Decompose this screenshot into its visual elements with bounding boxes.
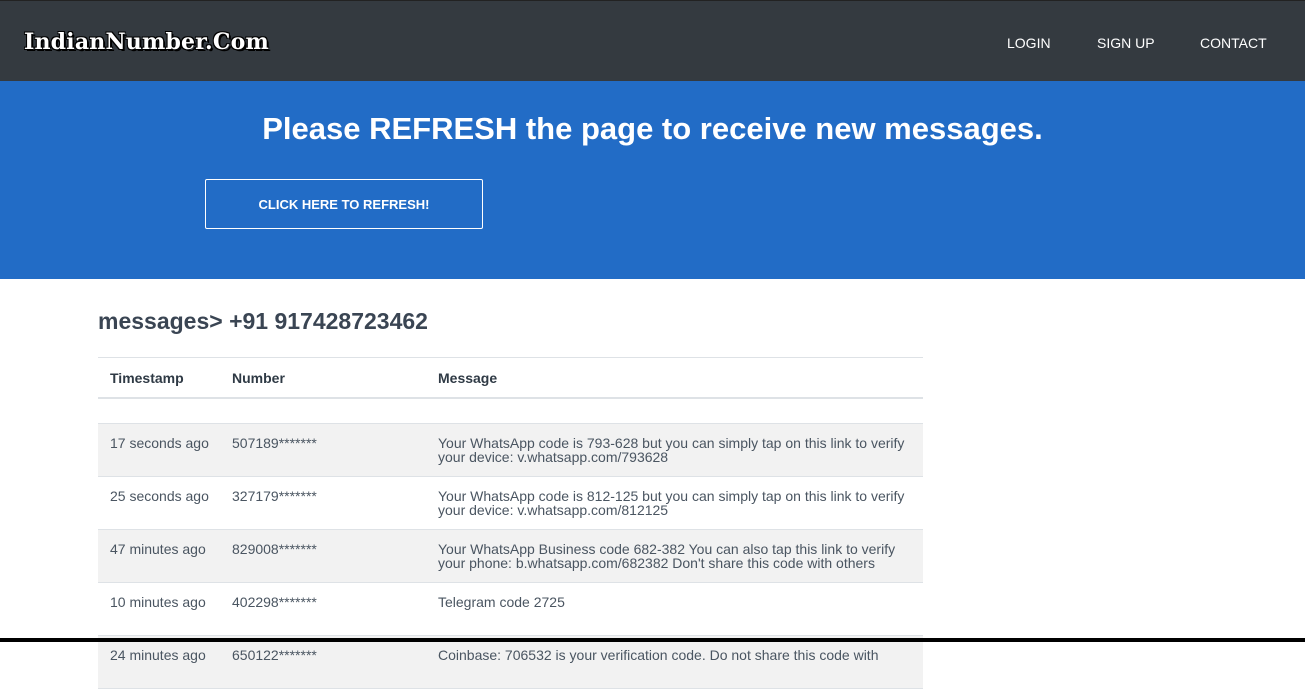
cell-timestamp: 17 seconds ago	[110, 435, 209, 451]
cell-number: 402298*******	[232, 594, 317, 610]
cell-number: 650122*******	[232, 647, 317, 663]
column-header-message: Message	[438, 370, 498, 386]
cell-timestamp: 25 seconds ago	[110, 488, 209, 504]
column-header-number: Number	[232, 370, 285, 386]
nav-contact-link[interactable]: CONTACT	[1200, 35, 1267, 51]
table-spacer-row	[98, 399, 923, 424]
navbar: IndianNumber.Com LOGIN SIGN UP CONTACT	[0, 0, 1305, 81]
cell-message: Telegram code 2725	[438, 594, 565, 610]
table-row: 24 minutes ago 650122******* Coinbase: 7…	[98, 636, 923, 689]
cell-message: Coinbase: 706532 is your verification co…	[438, 647, 879, 663]
page-title: messages> +91 917428723462	[98, 308, 428, 334]
cell-number: 327179*******	[232, 488, 317, 504]
table-row: 17 seconds ago 507189******* Your WhatsA…	[98, 424, 923, 477]
brand-logo[interactable]: IndianNumber.Com	[24, 29, 269, 55]
refresh-button[interactable]: CLICK HERE TO REFRESH!	[205, 179, 483, 229]
cell-timestamp: 10 minutes ago	[110, 594, 206, 610]
cell-number: 507189*******	[232, 435, 317, 451]
cell-message: Your WhatsApp code is 812-125 but you ca…	[438, 488, 905, 518]
cell-timestamp: 47 minutes ago	[110, 541, 206, 557]
cell-message: Your WhatsApp Business code 682-382 You …	[438, 541, 896, 571]
nav-login-link[interactable]: LOGIN	[1007, 35, 1051, 51]
screen-bottom-edge	[0, 638, 1305, 642]
table-row: 47 minutes ago 829008******* Your WhatsA…	[98, 530, 923, 583]
cell-timestamp: 24 minutes ago	[110, 647, 206, 663]
banner-title: Please REFRESH the page to receive new m…	[262, 111, 1043, 146]
cell-message: Your WhatsApp code is 793-628 but you ca…	[438, 435, 905, 465]
table-header: Timestamp Number Message	[98, 358, 923, 399]
nav-signup-link[interactable]: SIGN UP	[1097, 35, 1155, 51]
refresh-banner: Please REFRESH the page to receive new m…	[0, 81, 1305, 279]
column-header-timestamp: Timestamp	[110, 370, 184, 386]
cell-number: 829008*******	[232, 541, 317, 557]
table-row: 10 minutes ago 402298******* Telegram co…	[98, 583, 923, 636]
table-row: 25 seconds ago 327179******* Your WhatsA…	[98, 477, 923, 530]
